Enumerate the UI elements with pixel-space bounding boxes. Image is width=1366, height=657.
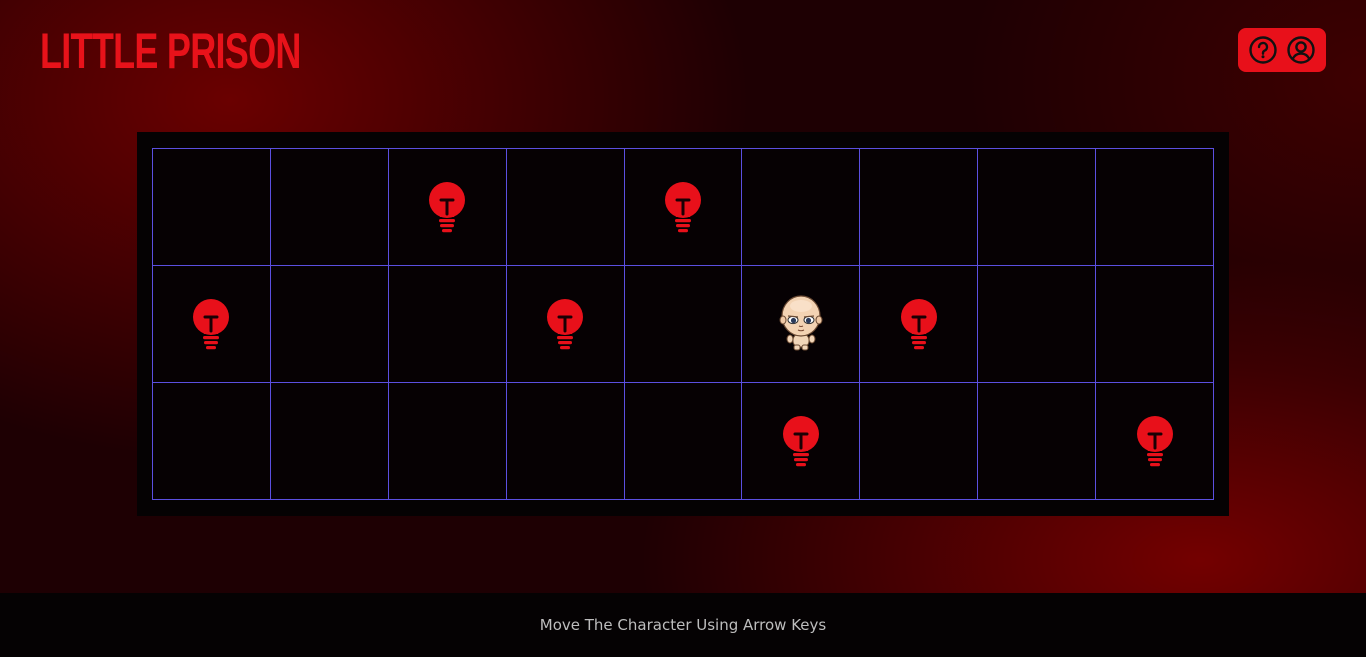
- header-actions: [1238, 28, 1326, 72]
- game-logo: LITTLE PRISON: [40, 23, 301, 79]
- board-grid: [152, 148, 1214, 500]
- board-cell: [860, 383, 979, 500]
- lightbulb-icon: [545, 298, 585, 350]
- board-cell: [978, 383, 1097, 500]
- board-cell: [506, 383, 625, 500]
- board-cell: [388, 266, 507, 383]
- game-board: [137, 132, 1229, 516]
- lightbulb-icon: [427, 181, 467, 233]
- help-button[interactable]: [1247, 34, 1279, 66]
- board-cell: [388, 383, 507, 500]
- lightbulb-icon: [191, 298, 231, 350]
- board-cell: [506, 149, 625, 266]
- board-cell: [1096, 149, 1214, 266]
- board-cell: [153, 383, 271, 500]
- board-cell: [860, 266, 979, 383]
- board-cell: [506, 266, 625, 383]
- board-cell: [270, 149, 389, 266]
- footer: Move The Character Using Arrow Keys: [0, 593, 1366, 657]
- board-cell: [1096, 383, 1214, 500]
- board-cell: [624, 266, 743, 383]
- board-cell: [270, 383, 389, 500]
- lightbulb-icon: [663, 181, 703, 233]
- board-cell: [153, 149, 271, 266]
- board-cell: [860, 149, 979, 266]
- board-cell: [742, 383, 861, 500]
- lightbulb-icon: [781, 415, 821, 467]
- board-cell: [1096, 266, 1214, 383]
- board-cell: [742, 266, 861, 383]
- lightbulb-icon: [1135, 415, 1175, 467]
- board-cell: [978, 266, 1097, 383]
- lightbulb-icon: [899, 298, 939, 350]
- board-cell: [153, 266, 271, 383]
- question-circle-icon: [1249, 36, 1277, 64]
- board-cell: [742, 149, 861, 266]
- player-character[interactable]: [779, 294, 823, 354]
- profile-button[interactable]: [1285, 34, 1317, 66]
- board-cell: [624, 149, 743, 266]
- board-cell: [978, 149, 1097, 266]
- board-cell: [388, 149, 507, 266]
- user-circle-icon: [1287, 36, 1315, 64]
- board-cell: [624, 383, 743, 500]
- board-cell: [270, 266, 389, 383]
- instructions-text: Move The Character Using Arrow Keys: [539, 616, 827, 634]
